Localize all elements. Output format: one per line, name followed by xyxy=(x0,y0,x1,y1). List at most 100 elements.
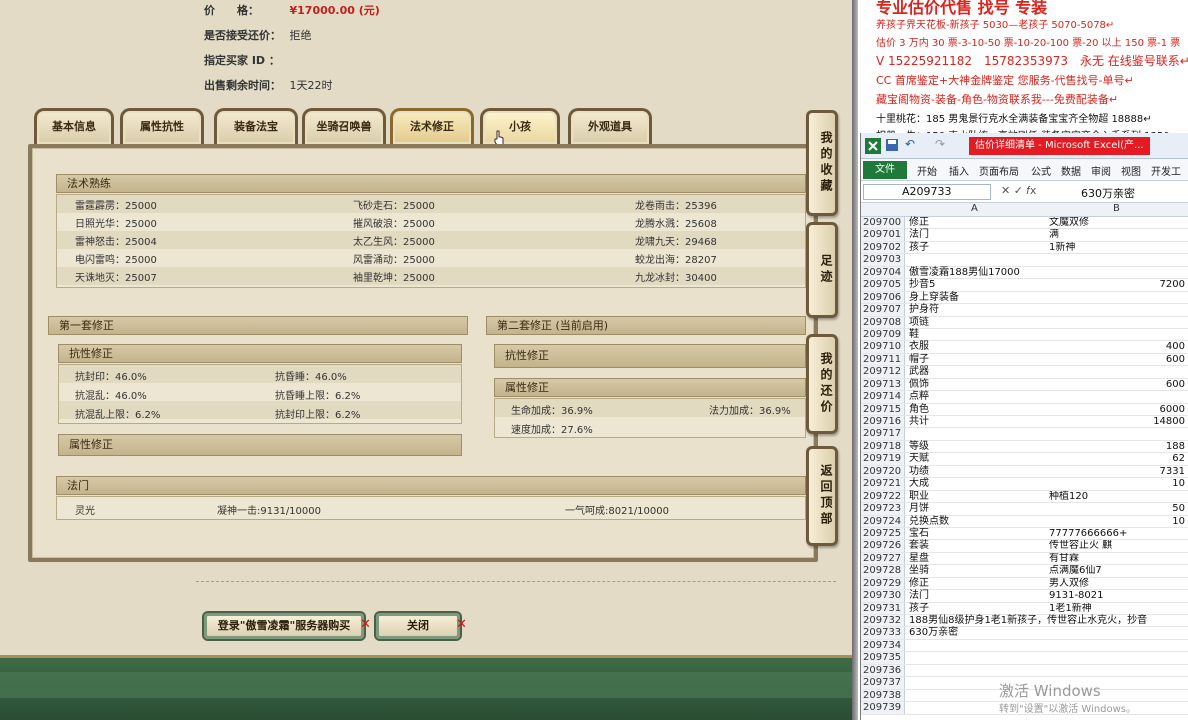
my-bargain-button[interactable]: 我的还价 xyxy=(806,334,838,434)
cell-a[interactable]: 坐骑 xyxy=(909,565,1047,577)
table-row[interactable]: 209703 xyxy=(861,254,1188,267)
row-number[interactable]: 209725 xyxy=(861,527,905,540)
cell-a[interactable]: 身上穿装备 xyxy=(909,292,1047,304)
table-row[interactable]: 209706 身上穿装备 xyxy=(861,291,1188,305)
cell-a[interactable]: 等级 xyxy=(909,441,1047,453)
row-number[interactable]: 209716 xyxy=(861,416,905,428)
row-number[interactable]: 209709 xyxy=(861,328,905,341)
cell-a[interactable]: 法门 xyxy=(909,590,1047,602)
table-row[interactable]: 209725 宝石 77777666666+ xyxy=(861,527,1188,541)
cell-a[interactable]: 角色 xyxy=(909,404,1047,416)
table-row[interactable]: 209712 武器 xyxy=(861,366,1188,379)
cell-a[interactable]: 抄音5 xyxy=(909,279,1047,291)
cell-a[interactable]: 鞋 xyxy=(909,329,1047,341)
cell-b[interactable]: 9131-8021 xyxy=(1049,590,1185,602)
row-number[interactable]: 209703 xyxy=(861,254,905,266)
row-number[interactable]: 209708 xyxy=(861,316,905,328)
login-server-buy-button[interactable]: 登录"傲雪凌霜"服务器购买 xyxy=(204,613,364,639)
table-row[interactable]: 209726 套装 传世容止火 麒 xyxy=(861,540,1188,553)
my-favorites-button[interactable]: 我的收藏 xyxy=(806,110,838,216)
cell-b[interactable]: 种植120 xyxy=(1049,491,1185,503)
formula-input[interactable]: 630万亲密 xyxy=(1081,185,1135,201)
cell-b[interactable]: 传世容止火 麒 xyxy=(1049,540,1185,552)
redo-icon[interactable]: ↷ xyxy=(935,137,945,151)
ribbon-tab-formulas[interactable]: 公式 xyxy=(1031,163,1051,178)
cell-b[interactable]: 10 xyxy=(1049,516,1185,528)
tab-mounts-pets[interactable]: 坐骑召唤兽 xyxy=(302,108,386,144)
table-row[interactable]: 209704 傲雪凌霜188男仙17000 xyxy=(861,266,1188,280)
table-row[interactable]: 209733 630万亲密 xyxy=(861,627,1188,640)
cell-a[interactable]: 修正 xyxy=(909,578,1047,590)
cell-b[interactable]: 77777666666+ xyxy=(1049,528,1185,540)
back-to-top-button[interactable]: 返回顶部 xyxy=(806,446,838,546)
ribbon-tab-file[interactable]: 文件 xyxy=(863,161,907,179)
table-row[interactable]: 209728 坐骑 点满魔6仙7 xyxy=(861,565,1188,578)
cell-a[interactable]: 宝石 xyxy=(909,528,1047,540)
table-row[interactable]: 209713 佩饰 600 xyxy=(861,378,1188,392)
cell-a[interactable]: 点粹 xyxy=(909,391,1047,403)
cell-a[interactable]: 帽子 xyxy=(909,354,1047,366)
spreadsheet-grid[interactable]: 209700 修正 文魔双修 209701 法门满 209702 孩子 1新神 209703 20… xyxy=(861,217,1188,715)
cell-b[interactable]: 点满魔6仙7 xyxy=(1049,565,1185,577)
table-row[interactable]: 209705 抄音5 7200 xyxy=(861,279,1188,292)
table-row[interactable]: 209711 帽子 600 xyxy=(861,353,1188,367)
row-number[interactable]: 209711 xyxy=(861,353,905,366)
cell-a[interactable]: 188男仙8级护身1老1新孩子，传世容止水克火，抄音 xyxy=(909,615,1147,627)
cell-b[interactable]: 600 xyxy=(1049,379,1185,391)
row-number[interactable]: 209720 xyxy=(861,465,905,478)
table-row[interactable]: 209709 鞋 xyxy=(861,328,1188,342)
row-number[interactable]: 209710 xyxy=(861,341,905,353)
row-number[interactable]: 209727 xyxy=(861,552,905,565)
row-number[interactable]: 209705 xyxy=(861,279,905,291)
table-row[interactable]: 209727 星盘 有甘霖 xyxy=(861,552,1188,566)
cell-a[interactable]: 孩子 xyxy=(909,603,1047,615)
ribbon-tab-home[interactable]: 开始 xyxy=(917,163,937,178)
cell-a[interactable]: 护身符 xyxy=(909,304,1047,316)
row-number[interactable]: 209724 xyxy=(861,515,905,527)
row-number[interactable]: 209728 xyxy=(861,565,905,577)
table-row[interactable]: 209701 法门满 xyxy=(861,229,1188,242)
table-row[interactable]: 209716 共计 14800 xyxy=(861,416,1188,429)
cell-b[interactable]: 14800 xyxy=(1049,416,1185,428)
row-number[interactable]: 209733 xyxy=(861,627,905,639)
cell-a[interactable]: 职业 xyxy=(909,491,1047,503)
tab-spell-correction[interactable]: 法术修正 xyxy=(390,108,474,144)
cell-b[interactable]: 满 xyxy=(1049,229,1185,241)
table-row[interactable]: 209710 衣服 400 xyxy=(861,341,1188,354)
cell-a[interactable]: 月饼 xyxy=(909,503,1047,515)
tab-appearance[interactable]: 外观道具 xyxy=(568,108,652,144)
row-number[interactable]: 209729 xyxy=(861,577,905,590)
cell-b[interactable]: 62 xyxy=(1049,453,1185,465)
cell-b[interactable]: 600 xyxy=(1049,354,1185,366)
footprint-button[interactable]: 足迹 xyxy=(806,222,838,318)
table-row[interactable]: 209732 188男仙8级护身1老1新孩子，传世容止水克火，抄音 xyxy=(861,615,1188,628)
name-box[interactable]: A209733 xyxy=(863,184,991,200)
cell-a[interactable]: 兑换点数 xyxy=(909,516,1047,528)
table-row[interactable]: 209715 角色 6000 xyxy=(861,403,1188,416)
cell-b[interactable]: 10 xyxy=(1049,478,1185,490)
row-number[interactable]: 209721 xyxy=(861,478,905,490)
row-number[interactable]: 209717 xyxy=(861,428,905,440)
table-row[interactable]: 209719 天赋 62 xyxy=(861,453,1188,466)
cell-b[interactable]: 7331 xyxy=(1049,466,1185,478)
column-header-a[interactable]: A xyxy=(971,203,978,214)
cell-b[interactable]: 1老1新神 xyxy=(1049,603,1185,615)
cell-a[interactable]: 法门 xyxy=(909,229,1047,241)
row-number[interactable]: 209735 xyxy=(861,652,905,664)
row-number[interactable]: 209731 xyxy=(861,602,905,614)
cell-b[interactable]: 400 xyxy=(1049,341,1185,353)
table-row[interactable]: 209735 xyxy=(861,652,1188,665)
table-row[interactable]: 209718 等级 188 xyxy=(861,440,1188,454)
table-row[interactable]: 209720 功绩 7331 xyxy=(861,465,1188,479)
undo-icon[interactable]: ↶ xyxy=(905,137,915,151)
cell-a[interactable]: 孩子 xyxy=(909,242,1047,254)
row-number[interactable]: 209722 xyxy=(861,490,905,503)
cell-b[interactable]: 188 xyxy=(1049,441,1185,453)
row-number[interactable]: 209707 xyxy=(861,304,905,316)
tab-equipment[interactable]: 装备法宝 xyxy=(214,108,298,144)
cell-b[interactable]: 7200 xyxy=(1049,279,1185,291)
cell-b[interactable]: 1新神 xyxy=(1049,242,1185,254)
table-row[interactable]: 209736 xyxy=(861,664,1188,678)
table-row[interactable]: 209702 孩子 1新神 xyxy=(861,241,1188,255)
table-row[interactable]: 209714 点粹 xyxy=(861,391,1188,404)
